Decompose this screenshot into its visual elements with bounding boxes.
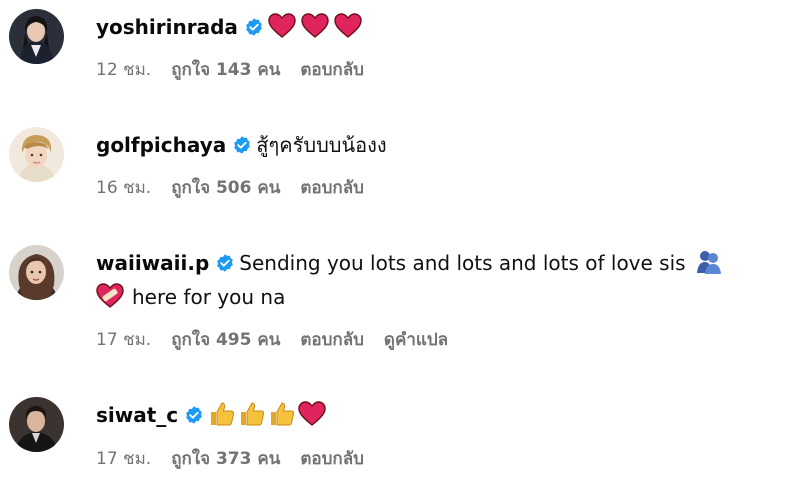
username[interactable]: waiiwaii.p [96,251,209,275]
thumbs-up-icon [241,402,265,426]
comment-text: Sending you lots and lots and lots of lo… [239,251,686,275]
comment-meta: 12 ชม. ถูกใจ 143 คน ตอบกลับ [96,59,384,81]
comment-line: golfpichaya สู้ๆครับบบน้องง [96,131,387,159]
avatar[interactable] [9,245,64,300]
likes-count[interactable]: ถูกใจ 373 คน [171,449,280,469]
thumbs-up-icon [271,402,295,426]
comment-time: 17 ชม. [96,449,152,469]
hugging-people-icon [696,251,721,274]
avatar[interactable] [9,9,64,64]
reply-button[interactable]: ตอบกลับ [300,330,364,350]
see-translation-button[interactable]: ดูคำแปล [384,330,448,350]
red-heart-icon [301,13,329,38]
username[interactable]: yoshirinrada [96,15,238,39]
likes-count[interactable]: ถูกใจ 506 คน [171,178,280,198]
comment-meta: 17 ชม. ถูกใจ 373 คน ตอบกลับ [96,448,384,470]
comment-text-line2: here for you na [132,285,286,309]
verified-badge-icon [246,18,262,36]
reply-button[interactable]: ตอบกลับ [300,60,364,80]
red-heart-icon [268,13,296,38]
avatar[interactable] [9,127,64,182]
comment-time: 17 ชม. [96,330,152,350]
comment-time: 12 ชม. [96,60,152,80]
comment-line: siwat_c [96,401,331,429]
comment-line: yoshirinrada [96,13,367,41]
comment-meta: 16 ชม. ถูกใจ 506 คน ตอบกลับ [96,177,384,199]
verified-badge-icon [186,406,202,424]
comment-meta: 17 ชม. ถูกใจ 495 คน ตอบกลับ ดูคำแปล [96,329,468,351]
username[interactable]: siwat_c [96,403,178,427]
username[interactable]: golfpichaya [96,133,226,157]
red-heart-icon [298,401,326,426]
comment-line: waiiwaii.p Sending you lots and lots and … [96,249,728,277]
reply-button[interactable]: ตอบกลับ [300,449,364,469]
comment-line-2: here for you na [96,283,285,311]
comment-text: สู้ๆครับบบน้องง [256,133,387,157]
comment-time: 16 ชม. [96,178,152,198]
thumbs-up-icon [211,402,235,426]
red-heart-icon [334,13,362,38]
verified-badge-icon [217,254,234,272]
likes-count[interactable]: ถูกใจ 495 คน [171,330,280,350]
avatar[interactable] [9,397,64,452]
verified-badge-icon [234,136,251,154]
reply-button[interactable]: ตอบกลับ [300,178,364,198]
mending-heart-icon [96,283,124,308]
likes-count[interactable]: ถูกใจ 143 คน [171,60,280,80]
